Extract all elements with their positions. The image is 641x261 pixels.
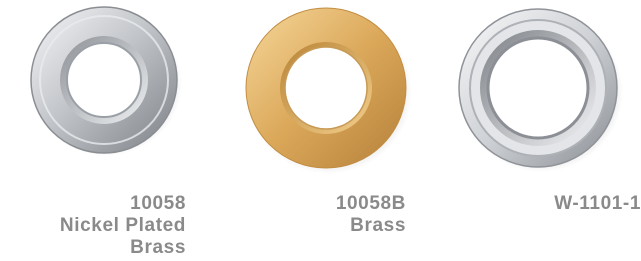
product-caption-10058B: 10058B Brass [336,193,406,237]
part-number: 10058B [335,193,406,214]
product-caption-W-1101-1: W-1101-1 [554,193,641,215]
material-line: Brass [130,237,186,258]
product-card-W-1101-1: W-1101-1 [426,0,641,261]
product-card-10058: 10058 Nickel Plated Brass [0,0,213,261]
product-card-10058B: 10058B Brass [213,0,426,261]
material-line: Brass [350,215,406,236]
nickel-grommet-image [30,6,182,156]
steel-grommet-image [458,8,623,172]
material-line: Nickel Plated [59,215,186,236]
part-number: W-1101-1 [554,193,641,214]
part-number: 10058 [130,193,186,214]
brass-grommet-image [245,7,412,174]
product-caption-10058: 10058 Nickel Plated Brass [60,193,186,259]
